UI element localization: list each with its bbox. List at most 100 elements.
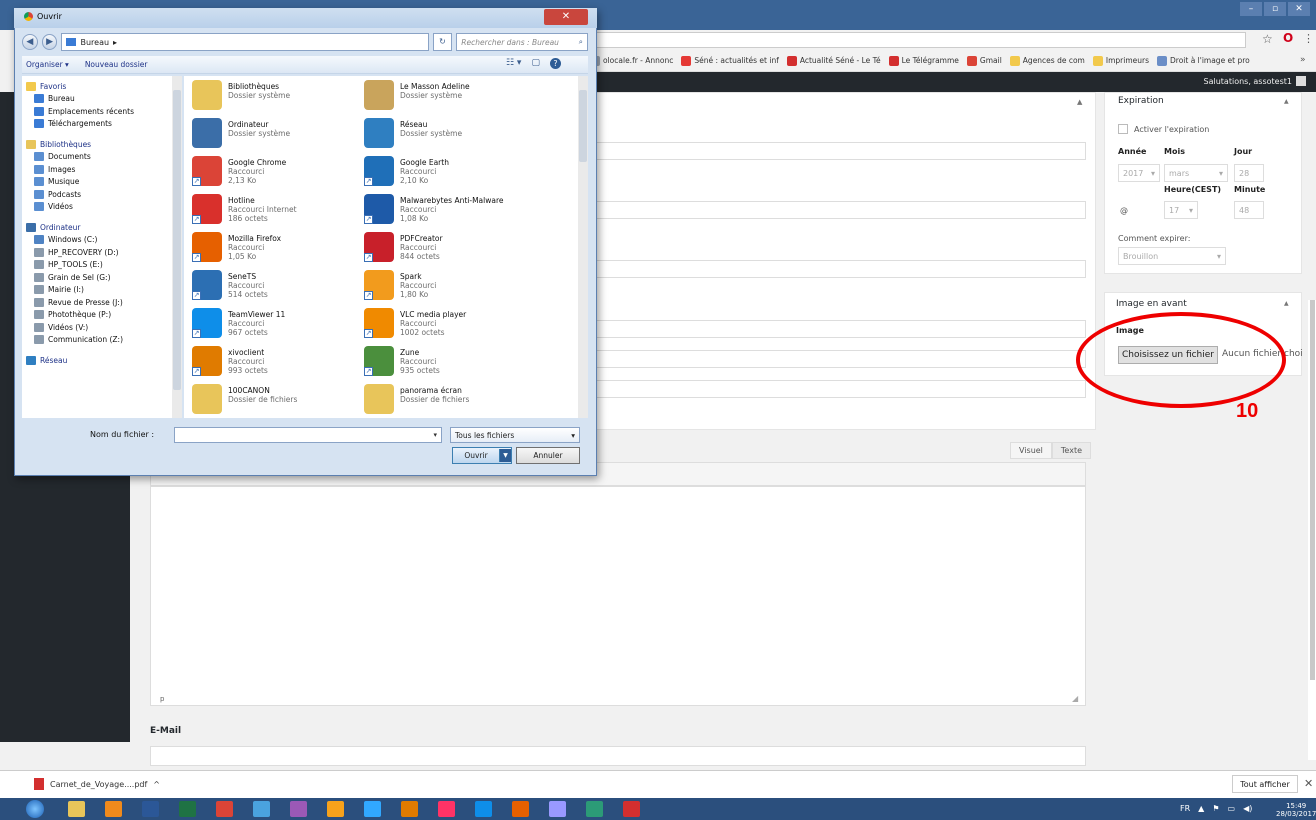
panel-collapse-icon[interactable]: ▲ <box>1077 98 1082 106</box>
close-downloads-icon[interactable]: ✕ <box>1304 777 1313 790</box>
nav-libraries[interactable]: Bibliothèques <box>26 138 181 151</box>
file-item[interactable]: ↗ xivoclient Raccourci 993 octets <box>192 346 362 382</box>
taskbar-app-premiere-icon[interactable] <box>549 801 566 817</box>
bookmark-item[interactable]: Actualité Séné - Le Té <box>786 55 881 66</box>
dialog-path-text[interactable]: Bureau <box>80 38 109 47</box>
filetype-select[interactable]: Tous les fichiers ▾ <box>450 427 580 443</box>
download-chevron-icon[interactable]: ^ <box>153 780 160 789</box>
bookmarks-more[interactable]: » <box>1300 55 1306 65</box>
view-options-icon[interactable]: ☷ ▾ <box>506 58 521 69</box>
search-icon[interactable]: ⌕ <box>579 37 583 47</box>
nav-library-item[interactable]: Podcasts <box>34 188 181 201</box>
nav-drive-item[interactable]: Photothèque (P:) <box>34 309 181 322</box>
nav-favorite-item[interactable]: Téléchargements <box>34 118 181 131</box>
opera-icon[interactable]: O <box>1283 31 1293 45</box>
taskbar-app-media-icon[interactable] <box>253 801 270 817</box>
network-icon[interactable]: ▭ <box>1228 804 1236 813</box>
file-item[interactable]: ↗ Google Earth Raccourci 2,10 Ko <box>364 156 534 192</box>
dialog-close-button[interactable]: ✕ <box>544 9 588 25</box>
resize-handle-icon[interactable]: ◢ <box>1072 694 1078 703</box>
text-field-5[interactable] <box>596 350 1086 368</box>
tab-text[interactable]: Texte <box>1051 442 1092 459</box>
taskbar-app-xivo-icon[interactable] <box>401 801 418 817</box>
language-indicator[interactable]: FR <box>1180 804 1190 813</box>
menu-icon[interactable]: ⋮ <box>1303 32 1314 45</box>
nav-drive-item[interactable]: Revue de Presse (J:) <box>34 296 181 309</box>
taskbar-app-photoshop-icon[interactable] <box>364 801 381 817</box>
taskbar-app-excel-like-icon[interactable] <box>179 801 196 817</box>
file-item[interactable]: ↗ PDFCreator Raccourci 844 octets <box>364 232 534 268</box>
bookmark-item[interactable]: Séné : actualités et inf <box>681 55 779 66</box>
file-item[interactable]: Réseau Dossier système <box>364 118 534 154</box>
nav-scrollbar-thumb[interactable] <box>173 90 181 390</box>
nav-drive-item[interactable]: Mairie (I:) <box>34 284 181 297</box>
taskbar-app-acrobat-icon[interactable] <box>623 801 640 817</box>
email-field[interactable] <box>150 746 1086 766</box>
text-field-2[interactable] <box>596 201 1086 219</box>
file-item[interactable]: Le Masson Adeline Dossier système <box>364 80 534 116</box>
day-input[interactable]: 28 <box>1234 164 1264 182</box>
user-greeting[interactable]: Salutations, assotest1 <box>1204 76 1306 86</box>
dialog-search-input[interactable]: Rechercher dans : Bureau ⌕ <box>456 33 588 51</box>
bookmark-item[interactable]: Agences de com <box>1009 55 1085 66</box>
show-all-downloads-button[interactable]: Tout afficher <box>1232 775 1298 793</box>
nav-library-item[interactable]: Musique <box>34 176 181 189</box>
minimize-button[interactable]: – <box>1240 2 1262 16</box>
content-editor[interactable] <box>150 486 1086 706</box>
file-item[interactable]: Ordinateur Dossier système <box>192 118 362 154</box>
nav-drive-item[interactable]: Grain de Sel (G:) <box>34 271 181 284</box>
nav-favorite-item[interactable]: Bureau <box>34 93 181 106</box>
nav-favorite-item[interactable]: Emplacements récents <box>34 105 181 118</box>
tab-visual[interactable]: Visuel <box>1010 442 1052 459</box>
text-field-6[interactable] <box>596 380 1086 398</box>
forward-button[interactable]: ▶ <box>41 34 58 50</box>
file-item[interactable]: ↗ Hotline Raccourci Internet 186 octets <box>192 194 362 230</box>
maximize-button[interactable]: ▫ <box>1264 2 1286 16</box>
file-list-scrollbar-thumb[interactable] <box>579 90 587 162</box>
nav-library-item[interactable]: Vidéos <box>34 201 181 214</box>
dialog-titlebar[interactable] <box>14 8 597 28</box>
text-field-1[interactable] <box>596 142 1086 160</box>
organize-button[interactable]: Organiser ▾ <box>26 60 69 69</box>
flag-icon[interactable]: ⚑ <box>1212 804 1219 813</box>
file-item[interactable]: ↗ TeamViewer 11 Raccourci 967 octets <box>192 308 362 344</box>
taskbar-app-word-icon[interactable] <box>142 801 159 817</box>
file-item[interactable]: ↗ Zune Raccourci 935 octets <box>364 346 534 382</box>
nav-drive-item[interactable]: HP_RECOVERY (D:) <box>34 246 181 259</box>
bookmark-item[interactable]: Gmail <box>966 55 1002 66</box>
download-item[interactable]: Carnet_de_Voyage....pdf ^ <box>34 778 160 790</box>
expiration-toggle-icon[interactable]: ▲ <box>1284 98 1289 105</box>
new-folder-button[interactable]: Nouveau dossier <box>85 60 148 69</box>
dialog-path-bar[interactable]: Bureau ▸ <box>61 33 429 51</box>
nav-favorites[interactable]: Favoris <box>26 80 181 93</box>
text-field-4[interactable] <box>596 320 1086 338</box>
file-item[interactable]: 100CANON Dossier de fichiers <box>192 384 362 418</box>
close-window-button[interactable]: ✕ <box>1288 2 1310 16</box>
taskbar-app-illustrator-icon[interactable] <box>327 801 344 817</box>
filename-dropdown-icon[interactable]: ▾ <box>433 431 437 439</box>
taskbar-app-teamviewer-icon[interactable] <box>475 801 492 817</box>
filename-input[interactable]: ▾ <box>174 427 442 443</box>
bookmark-item[interactable]: Imprimeurs <box>1092 55 1149 66</box>
bookmark-item[interactable]: Droit à l'image et pro <box>1157 55 1250 66</box>
bookmark-item[interactable]: olocale.fr - Annonc <box>590 55 673 66</box>
file-item[interactable]: ↗ Google Chrome Raccourci 2,13 Ko <box>192 156 362 192</box>
hour-select[interactable]: 17 ▾ <box>1164 201 1198 219</box>
taskbar-app-outlook-icon[interactable] <box>105 801 122 817</box>
address-input[interactable] <box>596 32 1246 48</box>
tray-arrow-icon[interactable]: ▲ <box>1198 804 1204 813</box>
file-item[interactable]: Bibliothèques Dossier système <box>192 80 362 116</box>
nav-drive-item[interactable]: Communication (Z:) <box>34 334 181 347</box>
open-options-icon[interactable]: ▼ <box>499 449 511 462</box>
taskbar-app-indesign-icon[interactable] <box>438 801 455 817</box>
file-item[interactable]: ↗ Spark Raccourci 1,80 Ko <box>364 270 534 306</box>
text-field-3[interactable] <box>596 260 1086 278</box>
bookmark-item[interactable]: Le Télégramme <box>888 55 959 66</box>
month-select[interactable]: mars ▾ <box>1164 164 1228 182</box>
taskbar-app-firefox-icon[interactable] <box>512 801 529 817</box>
taskbar-app-chrome-icon[interactable] <box>216 801 233 817</box>
path-arrow-icon[interactable]: ▸ <box>113 38 117 47</box>
nav-computer[interactable]: Ordinateur <box>26 221 181 234</box>
expiration-checkbox[interactable] <box>1118 124 1128 134</box>
file-item[interactable]: ↗ VLC media player Raccourci 1002 octets <box>364 308 534 344</box>
